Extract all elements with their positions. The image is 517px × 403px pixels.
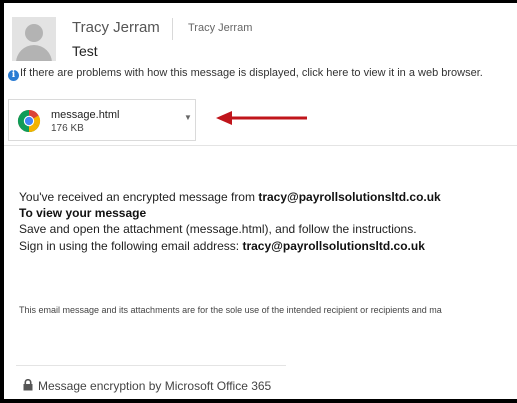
body-line-instructions: Save and open the attachment (message.ht… bbox=[19, 222, 417, 236]
info-icon: i bbox=[8, 70, 19, 81]
footer-divider bbox=[16, 365, 286, 366]
email-subject: Test bbox=[72, 43, 98, 59]
disclaimer-text: This email message and its attachments a… bbox=[19, 305, 442, 315]
annotation-arrow bbox=[216, 111, 307, 125]
attachment-card[interactable]: message.html 176 KB ▼ bbox=[8, 99, 196, 141]
encryption-footer: Message encryption by Microsoft Office 3… bbox=[23, 379, 271, 393]
info-bar-text[interactable]: If there are problems with how this mess… bbox=[20, 67, 483, 79]
email-reading-pane: Tracy Jerram Tracy Jerram Test i If there… bbox=[4, 3, 517, 399]
sender-avatar bbox=[12, 17, 56, 61]
attachment-name: message.html bbox=[51, 109, 120, 121]
sender-email: tracy@payrollsolutionsltd.co.uk bbox=[258, 190, 441, 204]
divider bbox=[4, 145, 517, 146]
sender-name[interactable]: Tracy Jerram bbox=[72, 19, 160, 36]
info-bar[interactable]: i If there are problems with how this mes… bbox=[8, 67, 517, 85]
avatar-head-shape bbox=[25, 24, 43, 42]
avatar-body-shape bbox=[16, 45, 52, 61]
body-line-received: You've received an encrypted message fro… bbox=[19, 190, 441, 204]
body-line-heading: To view your message bbox=[19, 206, 147, 220]
body-line-signin: Sign in using the following email addres… bbox=[19, 239, 425, 253]
chevron-down-icon[interactable]: ▼ bbox=[184, 113, 192, 122]
lock-icon bbox=[23, 379, 33, 391]
footer-text: Message encryption by Microsoft Office 3… bbox=[38, 379, 272, 393]
header-separator bbox=[172, 18, 173, 40]
recipient-name[interactable]: Tracy Jerram bbox=[188, 22, 252, 34]
signin-email: tracy@payrollsolutionsltd.co.uk bbox=[242, 239, 425, 253]
attachment-size: 176 KB bbox=[51, 123, 84, 134]
chrome-icon bbox=[17, 110, 41, 133]
